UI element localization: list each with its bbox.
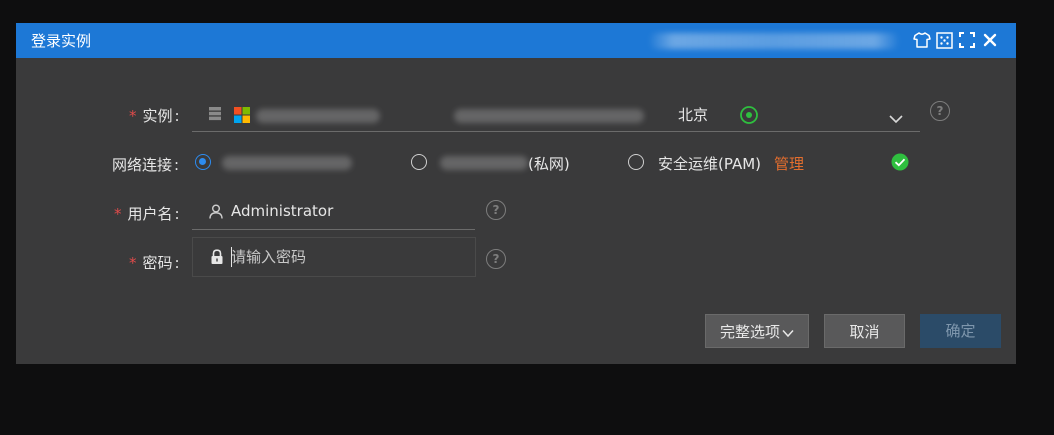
- lock-icon: [210, 249, 224, 269]
- required-marker: *: [129, 107, 137, 125]
- required-marker: *: [129, 254, 137, 272]
- username-help-icon[interactable]: ?: [486, 200, 506, 220]
- network-manage-link[interactable]: 管理: [774, 153, 804, 174]
- redacted-title-info: [648, 33, 900, 49]
- running-status-icon: [739, 105, 759, 129]
- instance-select[interactable]: 北京: [192, 99, 920, 132]
- network-label: 网络连接:: [112, 156, 180, 174]
- network-option-pam-label: 安全运维(PAM): [658, 155, 761, 173]
- login-instance-dialog: 登录实例 * 实例: 北京 ? 网络连接: (私网) 安全运维(PAM) 管理…: [16, 23, 1016, 364]
- password-input[interactable]: [231, 246, 461, 268]
- text-caret: [231, 247, 232, 267]
- dialog-titlebar: 登录实例: [16, 23, 1016, 58]
- instance-label: * 实例:: [129, 107, 180, 125]
- instance-region: 北京: [678, 106, 709, 124]
- username-value: Administrator: [231, 202, 334, 220]
- full-options-label: 完整选项: [719, 323, 780, 341]
- username-field[interactable]: Administrator: [192, 197, 475, 230]
- username-label-text: 用户名: [127, 205, 173, 223]
- password-label-text: 密码: [142, 254, 173, 272]
- network-ok-icon: [891, 153, 909, 175]
- password-label: * 密码:: [129, 254, 180, 272]
- required-marker: *: [114, 205, 122, 223]
- password-field[interactable]: [192, 237, 476, 277]
- instance-label-text: 实例: [142, 107, 173, 125]
- full-options-button[interactable]: 完整选项: [705, 314, 809, 348]
- password-help-icon[interactable]: ?: [486, 249, 506, 269]
- chevron-down-icon[interactable]: [889, 109, 903, 128]
- cancel-button[interactable]: 取消: [824, 314, 905, 348]
- close-icon[interactable]: [981, 31, 999, 49]
- network-option-public-radio[interactable]: [195, 154, 211, 170]
- instance-help-icon[interactable]: ?: [930, 101, 950, 121]
- fullscreen-icon[interactable]: [958, 31, 976, 49]
- network-option-pam-radio[interactable]: [628, 154, 644, 170]
- network-option-private-label: (私网): [528, 155, 570, 173]
- redacted-instance-name: [256, 109, 380, 123]
- chevron-down-icon: [782, 316, 794, 350]
- network-option-private-radio[interactable]: [411, 154, 427, 170]
- user-icon: [209, 204, 223, 223]
- server-icon: [208, 106, 222, 125]
- confirm-button[interactable]: 确定: [920, 314, 1001, 348]
- username-label: * 用户名:: [114, 205, 180, 223]
- dotted-square-icon[interactable]: [935, 31, 953, 49]
- redacted-network-option-public: [222, 156, 352, 170]
- redacted-instance-ip: [454, 109, 644, 123]
- shirt-icon[interactable]: [913, 31, 931, 49]
- windows-icon: [234, 107, 250, 127]
- network-label-text: 网络连接: [112, 156, 173, 174]
- dialog-title: 登录实例: [31, 32, 92, 50]
- redacted-network-option-private: [440, 156, 528, 170]
